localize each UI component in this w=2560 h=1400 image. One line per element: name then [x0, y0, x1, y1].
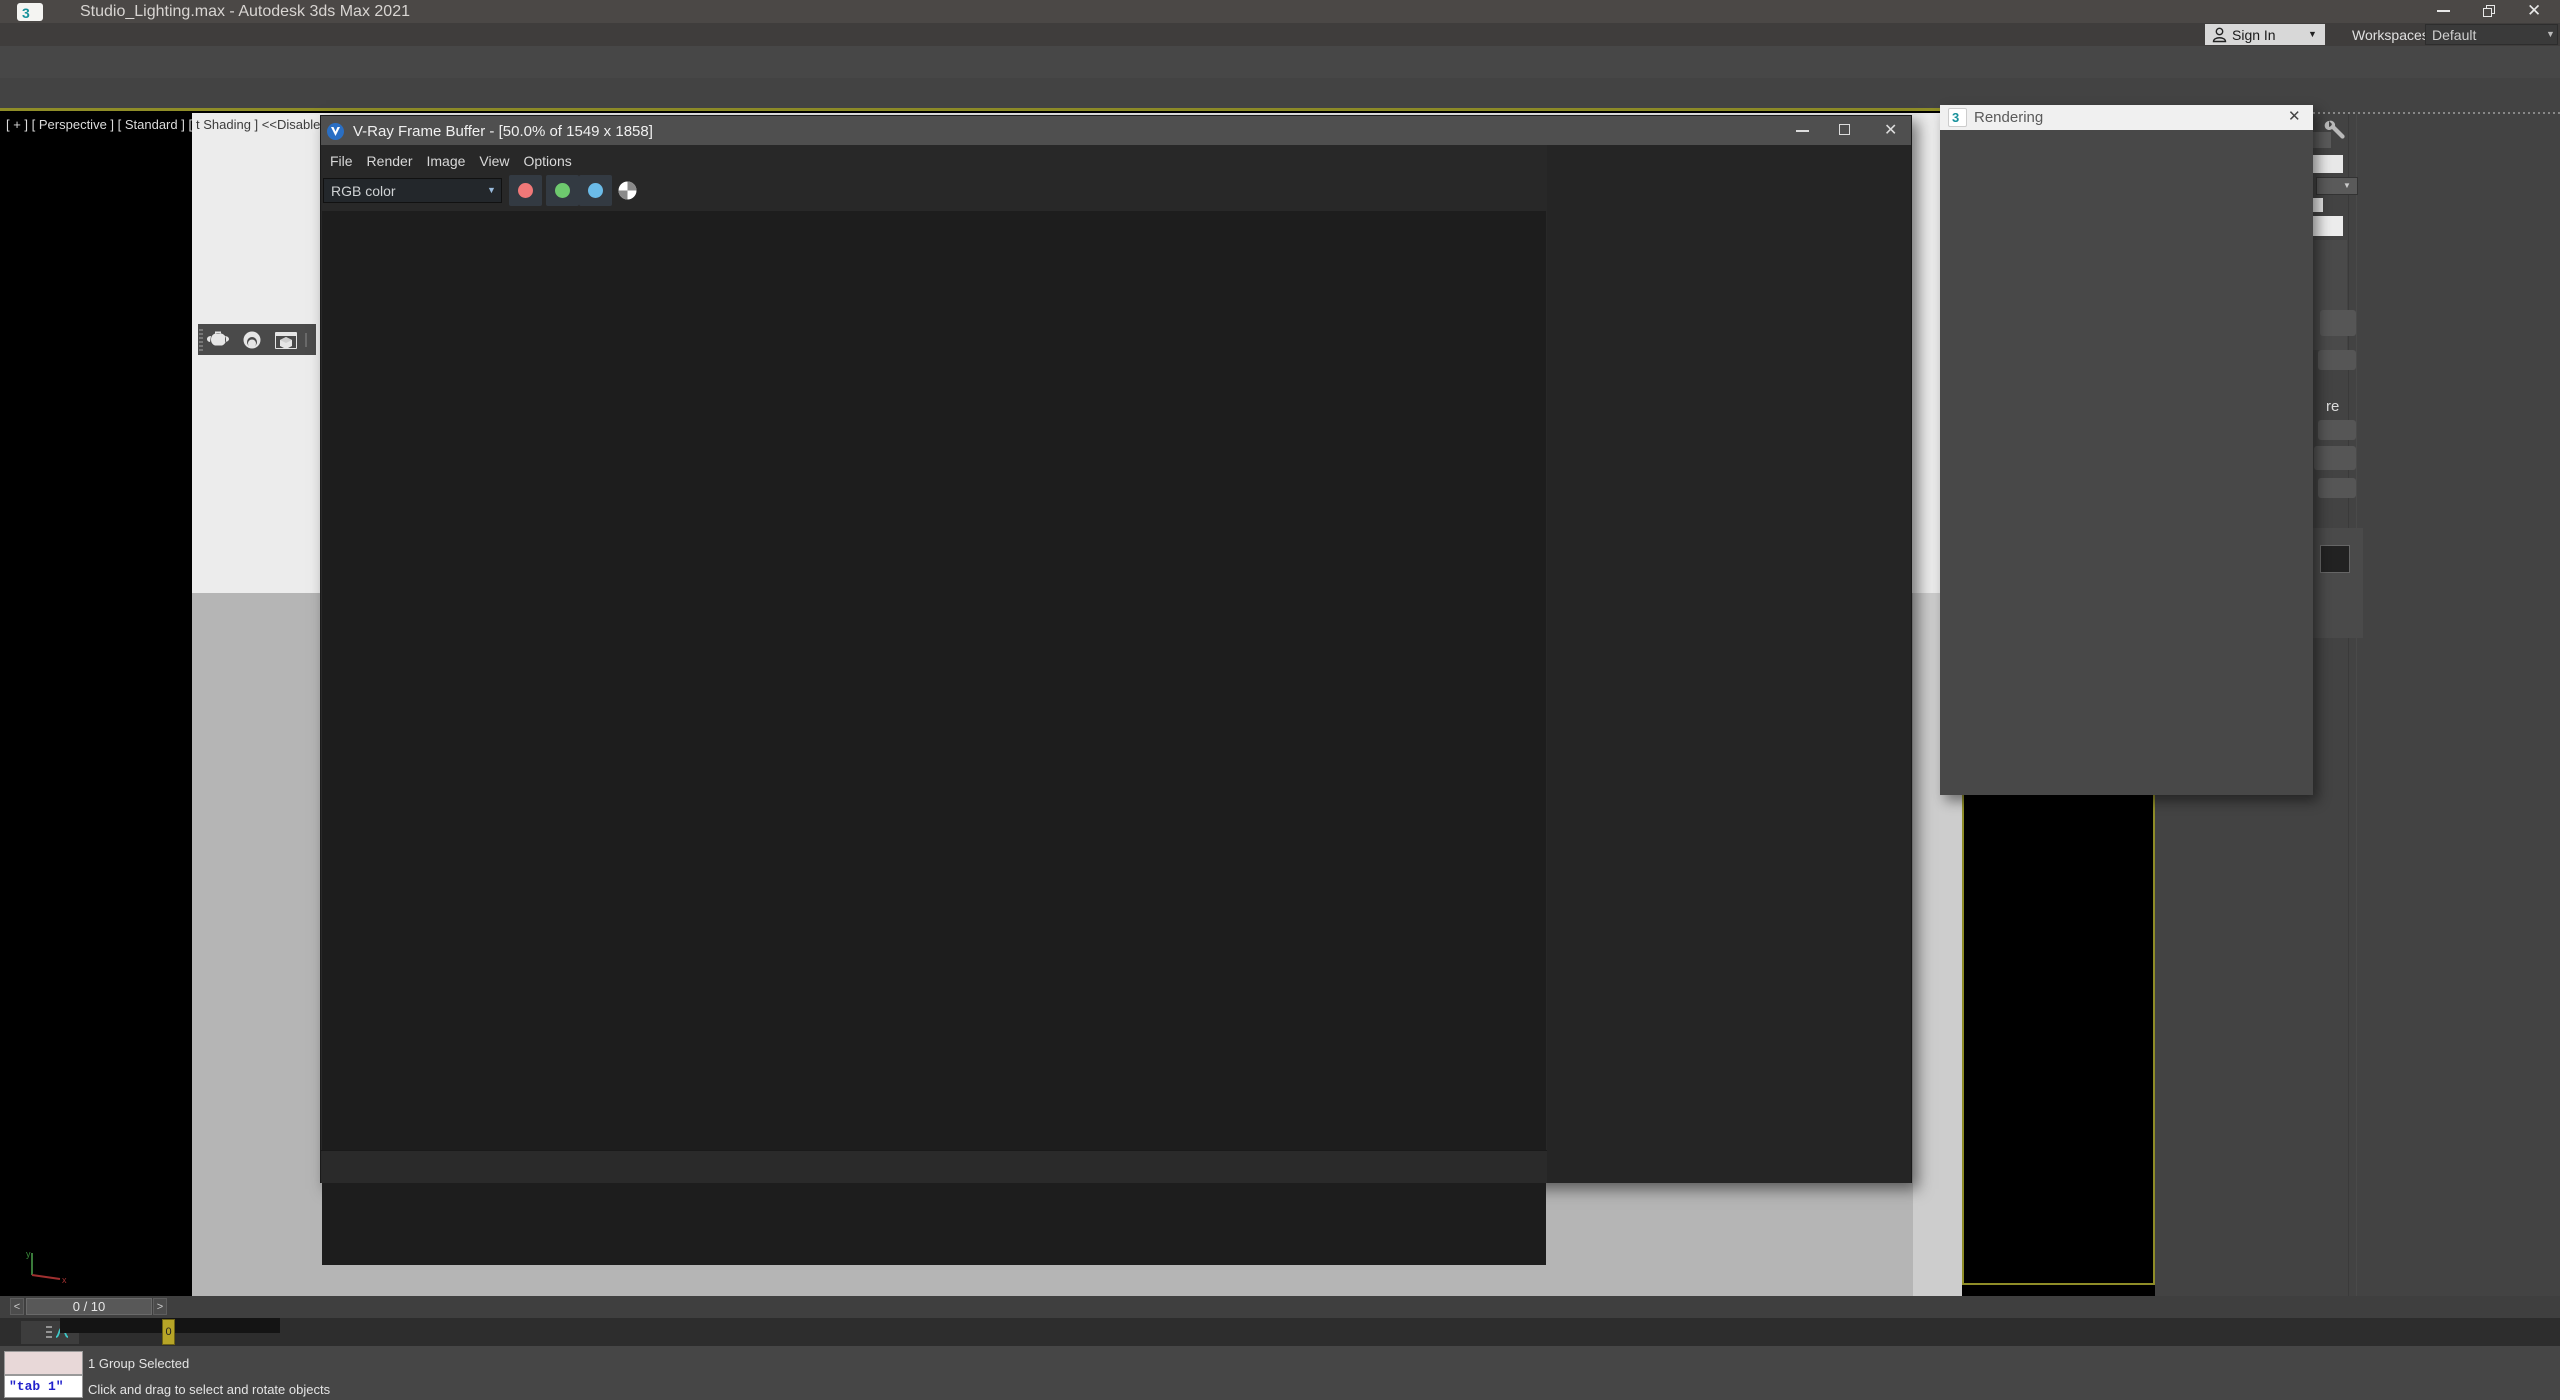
svg-text:y: y [26, 1249, 31, 1259]
svg-text:x: x [62, 1275, 67, 1285]
